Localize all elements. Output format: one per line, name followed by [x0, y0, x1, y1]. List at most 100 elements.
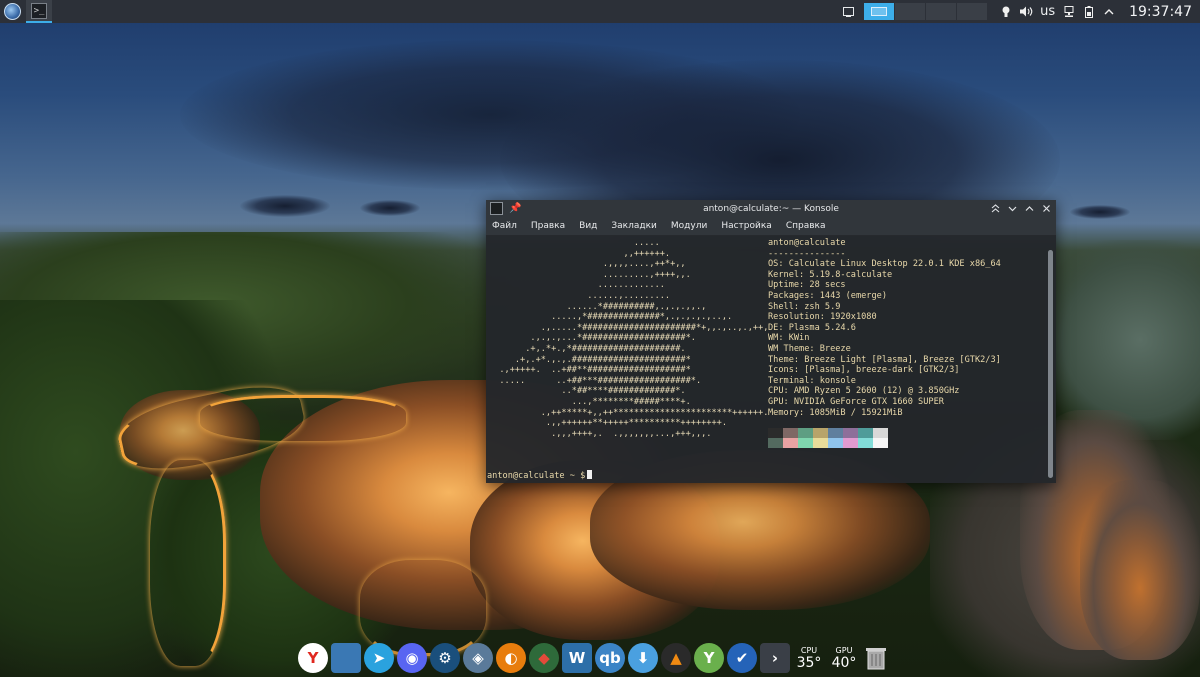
color-palette	[768, 428, 888, 448]
menu-file[interactable]: Файл	[492, 221, 517, 231]
info-line: WM Theme: Breeze	[768, 343, 851, 354]
cpu-label: CPU	[800, 645, 818, 655]
info-line: WM: KWin	[768, 333, 810, 344]
konsole-app-icon[interactable]	[490, 202, 503, 215]
gpu-temp-value: 40°	[831, 654, 857, 671]
dock-glyph: ▲	[670, 649, 682, 667]
dock-panel: Y ➤ ◉ ⚙ ◈ ◐ ◆ Wqb ⬇ ▲ Y ✔ › CPU 35° GPU 40°	[298, 640, 889, 676]
system-info: anton@calculate --------------- OS: Calc…	[768, 238, 1001, 418]
info-line: Kernel: 5.19.8-calculate	[768, 269, 893, 280]
notifications-bulb-icon[interactable]	[996, 0, 1016, 23]
desktop-3[interactable]	[926, 3, 957, 20]
palette-swatch	[828, 428, 843, 438]
palette-swatch	[873, 438, 888, 448]
digital-clock[interactable]: 19:37:47	[1119, 4, 1200, 20]
palette-swatch	[813, 438, 828, 448]
palette-swatch	[828, 438, 843, 448]
dock-glyph: ◆	[538, 649, 550, 667]
info-line: Uptime: 28 secs	[768, 280, 846, 291]
user-host: anton@calculate	[768, 238, 846, 248]
window-titlebar[interactable]: 📌 anton@calculate:~ — Konsole	[486, 200, 1056, 217]
palette-swatch	[813, 428, 828, 438]
gpu-temperature-widget[interactable]: GPU 40°	[828, 646, 860, 671]
close-button[interactable]	[1039, 201, 1053, 215]
menu-help[interactable]: Справка	[786, 221, 826, 231]
dock-glyph: qb	[599, 649, 621, 667]
vlc-icon[interactable]: ▲	[661, 643, 691, 673]
maximize-icon	[1025, 205, 1033, 211]
menu-view[interactable]: Вид	[579, 221, 597, 231]
cpu-temperature-widget[interactable]: CPU 35°	[793, 646, 825, 671]
dock-glyph: ◐	[504, 649, 518, 667]
command-prompt[interactable]: anton@calculate ~ $	[487, 470, 593, 482]
palette-swatch	[798, 438, 813, 448]
konsole-icon[interactable]: ›	[760, 643, 790, 673]
downloader-icon[interactable]: ⬇	[628, 643, 658, 673]
desktop-2[interactable]	[895, 3, 926, 20]
dock-glyph: ◈	[472, 649, 484, 667]
top-panel: >_ us 19:37:47	[0, 0, 1200, 23]
menu-settings[interactable]: Настройка	[721, 221, 772, 231]
dock-glyph: Y	[703, 649, 715, 667]
calculate-linux-logo-icon	[3, 3, 21, 20]
info-line: CPU: AMD Ryzen 5 2600 (12) @ 3.850GHz	[768, 386, 960, 397]
konsole-terminal-icon: >_	[31, 2, 47, 19]
prompt-text: anton@calculate ~ $	[487, 471, 586, 481]
blender-icon[interactable]: ◐	[496, 643, 526, 673]
kde-games-icon[interactable]: ◆	[529, 643, 559, 673]
dock-glyph: ⚙	[438, 649, 452, 667]
menu-plugins[interactable]: Модули	[671, 221, 707, 231]
info-line: Packages: 1443 (emerge)	[768, 290, 887, 301]
trash-icon[interactable]	[863, 643, 889, 673]
file-manager-icon[interactable]	[331, 643, 361, 673]
app-vpn-icon[interactable]: ◈	[463, 643, 493, 673]
kde-connect-icon[interactable]: Y	[694, 643, 724, 673]
scrollbar[interactable]	[1048, 250, 1053, 478]
info-line: Icons: [Plasma], breeze-dark [GTK2/3]	[768, 365, 960, 376]
discord-icon[interactable]: ◉	[397, 643, 427, 673]
libreoffice-writer-icon[interactable]: W	[562, 643, 592, 673]
show-desktop-icon[interactable]	[838, 0, 858, 23]
telegram-icon[interactable]: ➤	[364, 643, 394, 673]
scrollbar-handle[interactable]	[1048, 250, 1053, 478]
palette-swatch	[768, 438, 783, 448]
dock-glyph: ›	[771, 649, 779, 667]
application-launcher[interactable]	[0, 0, 24, 23]
volume-icon[interactable]	[1016, 0, 1036, 23]
info-line: DE: Plasma 5.24.6	[768, 322, 856, 333]
pin-icon[interactable]: 📌	[509, 203, 521, 214]
keep-above-icon	[991, 203, 999, 212]
terminal-area[interactable]: ..... ,,++++++. .,,,,....,++*+,, .......…	[486, 236, 1056, 483]
palette-swatch	[783, 438, 798, 448]
maximize-button[interactable]	[1022, 201, 1036, 215]
palette-swatch	[768, 428, 783, 438]
dock-glyph: ⬇	[636, 649, 650, 667]
system-update-icon[interactable]: ✔	[727, 643, 757, 673]
desktop-1[interactable]	[864, 3, 895, 20]
minimize-button[interactable]	[1005, 201, 1019, 215]
steam-icon[interactable]: ⚙	[430, 643, 460, 673]
ascii-distro-logo: ..... ,,++++++. .,,,,....,++*+,, .......…	[499, 238, 769, 439]
dock-glyph: Y	[307, 649, 319, 667]
expand-tray-icon[interactable]	[1099, 0, 1119, 23]
qbittorrent-icon[interactable]: qb	[595, 643, 625, 673]
keep-above-button[interactable]	[988, 201, 1002, 215]
menu-bookmarks[interactable]: Закладки	[611, 221, 657, 231]
info-line: Resolution: 1920x1080	[768, 312, 877, 323]
virtual-desktop-pager	[864, 3, 988, 20]
yandex-browser-icon[interactable]: Y	[298, 643, 328, 673]
palette-swatch	[873, 428, 888, 438]
taskbar-konsole-button[interactable]: >_	[26, 0, 52, 23]
text-cursor	[587, 470, 593, 479]
desktop-4[interactable]	[957, 3, 988, 20]
palette-swatch	[843, 428, 858, 438]
menu-edit[interactable]: Правка	[531, 221, 565, 231]
battery-icon[interactable]	[1079, 0, 1099, 23]
dock-glyph: ◉	[405, 649, 419, 667]
close-icon	[1042, 204, 1050, 212]
palette-swatch	[783, 428, 798, 438]
keyboard-layout[interactable]: us	[1036, 4, 1059, 19]
info-line: Shell: zsh 5.9	[768, 301, 841, 312]
info-line: GPU: NVIDIA GeForce GTX 1660 SUPER	[768, 396, 944, 407]
network-icon[interactable]	[1059, 0, 1079, 23]
